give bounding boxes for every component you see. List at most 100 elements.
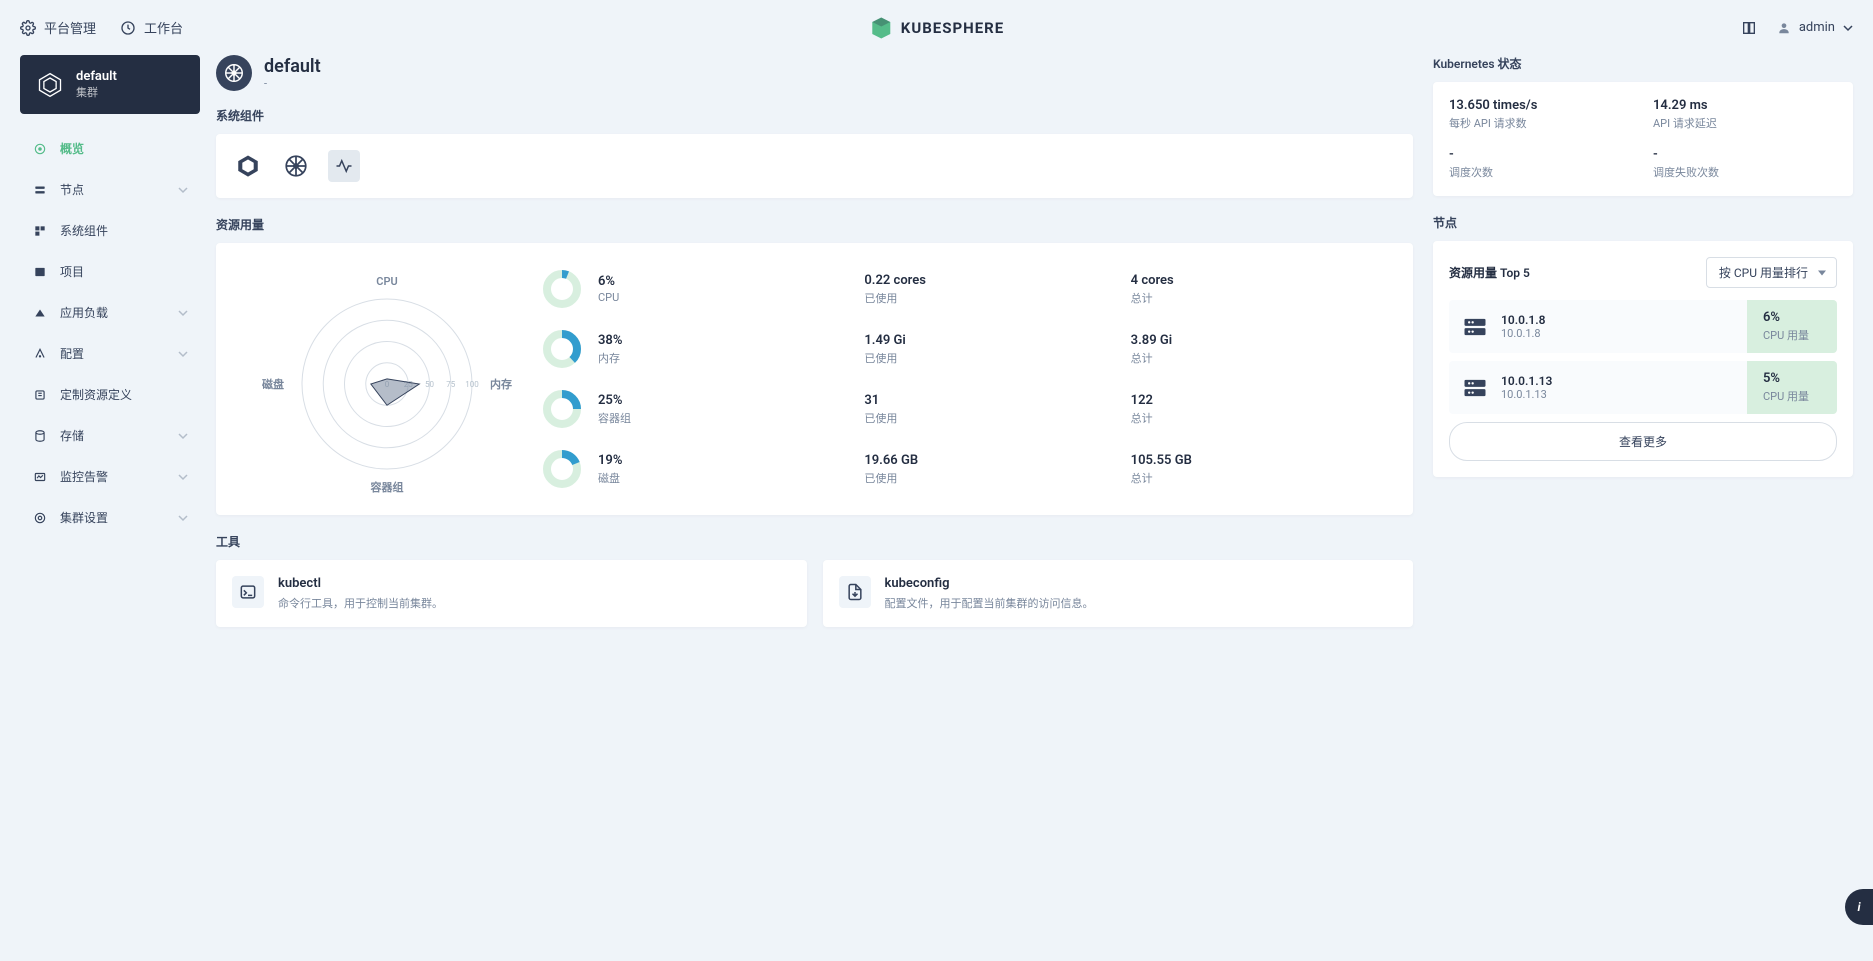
platform-mgmt-label: 平台管理: [44, 18, 96, 37]
usage-row: 25%容器组 31已使用 122总计: [542, 381, 1397, 437]
server-icon: [1461, 313, 1489, 341]
sidebar-item-monitoring[interactable]: 监控告警: [20, 458, 200, 495]
tool-card-kubectl[interactable]: kubectl命令行工具，用于控制当前集群。: [216, 560, 807, 627]
workbench-link[interactable]: 工作台: [120, 18, 183, 37]
brand-text: KUBESPHERE: [901, 19, 1004, 37]
k8s-metric: -调度失败次数: [1653, 147, 1837, 180]
svg-text:50: 50: [425, 380, 434, 389]
sidebar-item-storage[interactable]: 存储: [20, 417, 200, 454]
sidebar-item-settings[interactable]: 集群设置: [20, 499, 200, 536]
section-components: 系统组件: [216, 107, 1413, 124]
donut-icon: [542, 269, 582, 309]
node-name: 10.0.1.8: [1501, 313, 1546, 327]
sidebar-item-label: 节点: [60, 181, 84, 198]
platform-mgmt-link[interactable]: 平台管理: [20, 18, 96, 37]
sidebar-item-projects[interactable]: 项目: [20, 253, 200, 290]
chevron-down-icon: [178, 349, 188, 359]
storage-icon: [32, 428, 48, 444]
donut-icon: [542, 329, 582, 369]
component-kubesphere-icon[interactable]: [232, 150, 264, 182]
k8s-label: 每秒 API 请求数: [1449, 115, 1633, 131]
k8s-metric: -调度次数: [1449, 147, 1633, 180]
topbar: 平台管理 工作台 KUBESPHERE admin: [0, 0, 1873, 55]
chevron-down-icon: [178, 185, 188, 195]
usage-used: 31: [864, 393, 1130, 408]
usage-used: 0.22 cores: [864, 273, 1130, 288]
section-usage: 资源用量: [216, 216, 1413, 233]
sidebar-item-workloads[interactable]: 应用负载: [20, 294, 200, 331]
gear-icon: [20, 20, 36, 36]
svg-text:CPU: CPU: [376, 275, 397, 288]
sidebar-item-label: 监控告警: [60, 468, 108, 485]
sidebar-item-label: 应用负载: [60, 304, 108, 321]
docs-icon[interactable]: [1741, 20, 1757, 36]
node-ip: 10.0.1.8: [1501, 327, 1546, 340]
node-ip: 10.0.1.13: [1501, 388, 1552, 401]
cluster-type: 集群: [76, 84, 117, 100]
sidebar-item-components[interactable]: 系统组件: [20, 212, 200, 249]
brand-logo[interactable]: KUBESPHERE: [869, 16, 1004, 40]
k8s-status-card: 13.650 times/s 每秒 API 请求数 14.29 ms API 请求延迟…: [1433, 82, 1853, 196]
usage-pct: 25%: [598, 393, 864, 408]
sidebar-item-config[interactable]: 配置: [20, 335, 200, 372]
chevron-down-icon: [178, 431, 188, 441]
usage-pct: 6%: [598, 274, 864, 289]
components-icon: [32, 223, 48, 239]
k8s-value: 14.29 ms: [1653, 98, 1837, 113]
sidebar-item-label: 配置: [60, 345, 84, 362]
cluster-header[interactable]: default 集群: [20, 55, 200, 114]
usage-row: 19%磁盘 19.66 GB已使用 105.55 GB总计: [542, 441, 1397, 497]
sidebar-item-overview[interactable]: 概览: [20, 130, 200, 167]
tool-card-kubeconfig[interactable]: kubeconfig配置文件，用于配置当前集群的访问信息。: [823, 560, 1414, 627]
usage-card: 0255075100CPU内存容器组磁盘 6%CPU 0.22 cores已使用…: [216, 243, 1413, 515]
topn-sort-select[interactable]: 按 CPU 用量排行: [1706, 257, 1837, 288]
kubesphere-logo-icon: [869, 16, 893, 40]
node-row[interactable]: 10.0.1.1310.0.1.135%CPU 用量: [1449, 361, 1837, 414]
usage-total: 4 cores: [1131, 273, 1397, 288]
component-monitoring-icon[interactable]: [328, 150, 360, 182]
chevron-down-icon: [1843, 23, 1853, 33]
component-kubernetes-icon[interactable]: [280, 150, 312, 182]
node-pct: 5%: [1763, 371, 1821, 386]
view-more-button[interactable]: 查看更多: [1449, 422, 1837, 461]
chevron-down-icon: [178, 472, 188, 482]
donut-icon: [542, 389, 582, 429]
components-card: [216, 134, 1413, 198]
usage-pct: 19%: [598, 453, 864, 468]
radar-chart: 0255075100CPU内存容器组磁盘: [247, 259, 527, 499]
tool-icon: [839, 576, 871, 608]
page-header: default -: [216, 55, 1413, 91]
k8s-metric: 13.650 times/s 每秒 API 请求数: [1449, 98, 1633, 131]
usage-used: 19.66 GB: [864, 453, 1130, 468]
k8s-label: API 请求延迟: [1653, 115, 1837, 131]
sidebar-item-crd[interactable]: 定制资源定义: [20, 376, 200, 413]
tool-title: kubectl: [278, 576, 443, 591]
svg-text:内存: 内存: [490, 377, 512, 391]
user-menu[interactable]: admin: [1777, 20, 1853, 35]
section-tools: 工具: [216, 533, 1413, 550]
config-icon: [32, 346, 48, 362]
dashboard-icon: [120, 20, 136, 36]
workbench-label: 工作台: [144, 18, 183, 37]
usage-name: CPU: [598, 291, 864, 304]
node-name: 10.0.1.13: [1501, 374, 1552, 388]
sidebar-item-label: 概览: [60, 140, 84, 157]
usage-row: 6%CPU 0.22 cores已使用 4 cores总计: [542, 261, 1397, 317]
overview-icon: [32, 141, 48, 157]
usage-pct: 38%: [598, 333, 864, 348]
wheel-icon: [216, 55, 252, 91]
cluster-icon: [36, 71, 64, 99]
usage-name: 内存: [598, 350, 864, 366]
node-row[interactable]: 10.0.1.810.0.1.86%CPU 用量: [1449, 300, 1837, 353]
k8s-metric: 14.29 ms API 请求延迟: [1653, 98, 1837, 131]
k8s-value: 13.650 times/s: [1449, 98, 1633, 113]
help-fab[interactable]: i: [1845, 889, 1873, 925]
chevron-down-icon: [178, 513, 188, 523]
usage-name: 磁盘: [598, 470, 864, 486]
sidebar: default 集群 概览节点系统组件项目应用负载配置定制资源定义存储监控告警集…: [20, 55, 200, 627]
usage-row: 38%内存 1.49 Gi已使用 3.89 Gi总计: [542, 321, 1397, 377]
projects-icon: [32, 264, 48, 280]
tool-icon: [232, 576, 264, 608]
sidebar-item-nodes[interactable]: 节点: [20, 171, 200, 208]
user-icon: [1777, 21, 1791, 35]
